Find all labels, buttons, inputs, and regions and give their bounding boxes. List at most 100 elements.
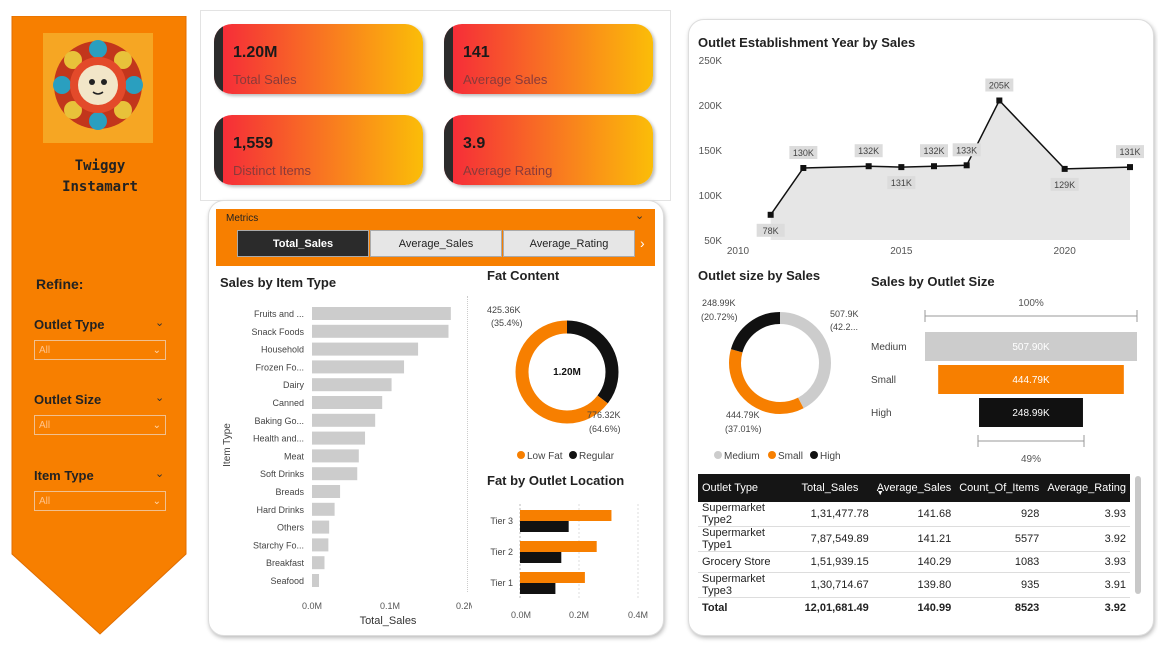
- outlet-size-donut-title: Outlet size by Sales: [698, 268, 821, 283]
- fat-location-bar[interactable]: [520, 541, 597, 552]
- chevron-down-icon[interactable]: ⌄: [155, 391, 164, 404]
- cell-outlet-type: Grocery Store: [698, 551, 798, 573]
- item-type-bar[interactable]: [312, 449, 359, 463]
- table-row[interactable]: Supermarket Type2 1,31,477.78 141.68 928…: [698, 502, 1130, 527]
- item-type-bar[interactable]: [312, 520, 330, 534]
- legend-small: Small: [778, 451, 803, 462]
- col-header-count-of-items[interactable]: Count_Of_Items: [955, 474, 1044, 502]
- item-type-chart-title: Sales by Item Type: [220, 275, 337, 290]
- col-header-average-rating[interactable]: Average_Rating: [1043, 474, 1130, 502]
- data-point[interactable]: [865, 163, 872, 170]
- cell-average-sales: 141.21: [872, 526, 956, 552]
- cell-count-of-items: 1083: [955, 551, 1044, 573]
- data-point[interactable]: [800, 165, 807, 171]
- regular-pct-label: (35.4%): [491, 318, 523, 328]
- data-label: 129K: [1054, 180, 1075, 190]
- tier-label: Tier 1: [490, 578, 513, 588]
- legend-swatch-small: [768, 451, 776, 459]
- y-tick: 200K: [699, 101, 723, 112]
- legend-swatch-low-fat: [517, 451, 525, 459]
- donut-center-label: 1.20M: [553, 367, 581, 378]
- y-tick: 100K: [699, 191, 723, 202]
- metric-button-average-sales[interactable]: Average_Sales: [370, 230, 502, 257]
- item-type-label: Snack Foods: [251, 327, 304, 337]
- cell-average-sales: 141.68: [872, 502, 956, 527]
- table-row[interactable]: Supermarket Type1 7,87,549.89 141.21 557…: [698, 526, 1130, 552]
- chevron-down-icon[interactable]: ⌄: [155, 467, 164, 480]
- kpi-card-average-rating: 3.9 Average Rating: [444, 115, 653, 185]
- data-point[interactable]: [1061, 165, 1068, 172]
- col-header-outlet-type[interactable]: Outlet Type: [698, 474, 798, 502]
- item-type-bar[interactable]: [312, 556, 325, 570]
- tier-label: Tier 2: [490, 547, 513, 557]
- item-type-bar[interactable]: [312, 485, 341, 498]
- table-row[interactable]: Supermarket Type3 1,30,714.67 139.80 935…: [698, 572, 1130, 598]
- item-type-label: Breads: [275, 487, 304, 497]
- chevron-right-icon[interactable]: ›: [640, 235, 645, 251]
- item-type-bar[interactable]: [312, 360, 405, 374]
- funnel-bottom-pct: 49%: [1021, 454, 1041, 465]
- item-type-label: Hard Drinks: [256, 505, 304, 515]
- item-type-label: Frozen Fo...: [255, 362, 304, 372]
- fat-location-bar[interactable]: [520, 583, 556, 594]
- refine-label: Refine:: [36, 276, 84, 292]
- item-type-bar[interactable]: [312, 502, 335, 516]
- item-type-bar[interactable]: [312, 413, 376, 427]
- data-point[interactable]: [1127, 164, 1133, 171]
- metric-button-average-rating[interactable]: Average_Rating: [503, 230, 635, 257]
- chevron-down-icon[interactable]: ⌄: [155, 316, 164, 329]
- x-tick: 0.2M: [569, 610, 589, 620]
- fat-location-bar[interactable]: [520, 552, 562, 563]
- legend-regular: Regular: [579, 451, 615, 462]
- fat-location-bar[interactable]: [520, 510, 612, 521]
- fat-location-title: Fat by Outlet Location: [487, 473, 625, 488]
- filter-outlet-type-select[interactable]: All ⌄: [34, 340, 166, 360]
- filter-item-type-select[interactable]: All ⌄: [34, 491, 166, 511]
- chevron-down-icon[interactable]: ⌄: [635, 209, 644, 222]
- item-type-bar[interactable]: [312, 431, 366, 445]
- outlet-size-funnel: 100% 507.90K Medium 444.79K Small 248.99K Hig…: [871, 298, 1138, 465]
- metric-button-total-sales[interactable]: Total_Sales: [237, 230, 369, 257]
- fat-location-bar[interactable]: [520, 521, 569, 532]
- divider: [467, 296, 468, 592]
- cell-total-sales: 7,87,549.89: [797, 526, 873, 552]
- item-type-bar[interactable]: [312, 396, 383, 409]
- legend-low-fat: Low Fat: [527, 451, 563, 462]
- data-point[interactable]: [767, 211, 774, 218]
- table-scrollbar[interactable]: [1135, 476, 1141, 594]
- item-type-label: Dairy: [283, 380, 305, 390]
- item-type-bar[interactable]: [312, 307, 451, 320]
- cell-average-sales: 139.80: [872, 572, 956, 598]
- y-tick: 50K: [704, 236, 722, 247]
- item-type-bar[interactable]: [312, 467, 358, 481]
- item-type-label: Health and...: [253, 434, 304, 444]
- item-type-bar[interactable]: [312, 538, 329, 552]
- filter-outlet-size-select[interactable]: All ⌄: [34, 415, 166, 435]
- kpi-label: Average Rating: [463, 163, 553, 178]
- cell-average-sales: 140.99: [872, 597, 956, 618]
- item-type-bar[interactable]: [312, 342, 419, 356]
- data-point[interactable]: [931, 163, 937, 170]
- kpi-card-distinct-items: 1,559 Distinct Items: [214, 115, 423, 185]
- cell-average-rating: 3.93: [1043, 502, 1130, 527]
- table-row[interactable]: Grocery Store 1,51,939.15 140.29 1083 3.…: [698, 551, 1130, 573]
- item-type-label: Breakfast: [266, 558, 305, 568]
- item-type-bar[interactable]: [312, 324, 449, 338]
- col-header-total-sales[interactable]: Total_Sales: [797, 474, 873, 502]
- col-header-average-sales[interactable]: Average_Sales ▼: [872, 474, 956, 502]
- data-point[interactable]: [898, 164, 905, 171]
- cell-total-sales: 1,30,714.67: [797, 572, 873, 598]
- table-header-row: Outlet Type Total_Sales Average_Sales ▼ C…: [698, 474, 1130, 502]
- metrics-title: Metrics: [226, 213, 259, 224]
- cell-count-of-items: 5577: [955, 526, 1044, 552]
- small-value-label: 444.79K: [726, 410, 760, 420]
- x-tick: 0.2M: [456, 601, 472, 611]
- item-type-bar[interactable]: [312, 378, 392, 392]
- fat-location-bar[interactable]: [520, 572, 585, 583]
- regular-value-label: 425.36K: [487, 305, 521, 315]
- cell-count-of-items: 935: [955, 572, 1044, 598]
- item-type-bar[interactable]: [312, 574, 320, 587]
- data-point[interactable]: [996, 97, 1003, 104]
- item-type-label: Starchy Fo...: [253, 540, 304, 550]
- data-point[interactable]: [963, 162, 970, 169]
